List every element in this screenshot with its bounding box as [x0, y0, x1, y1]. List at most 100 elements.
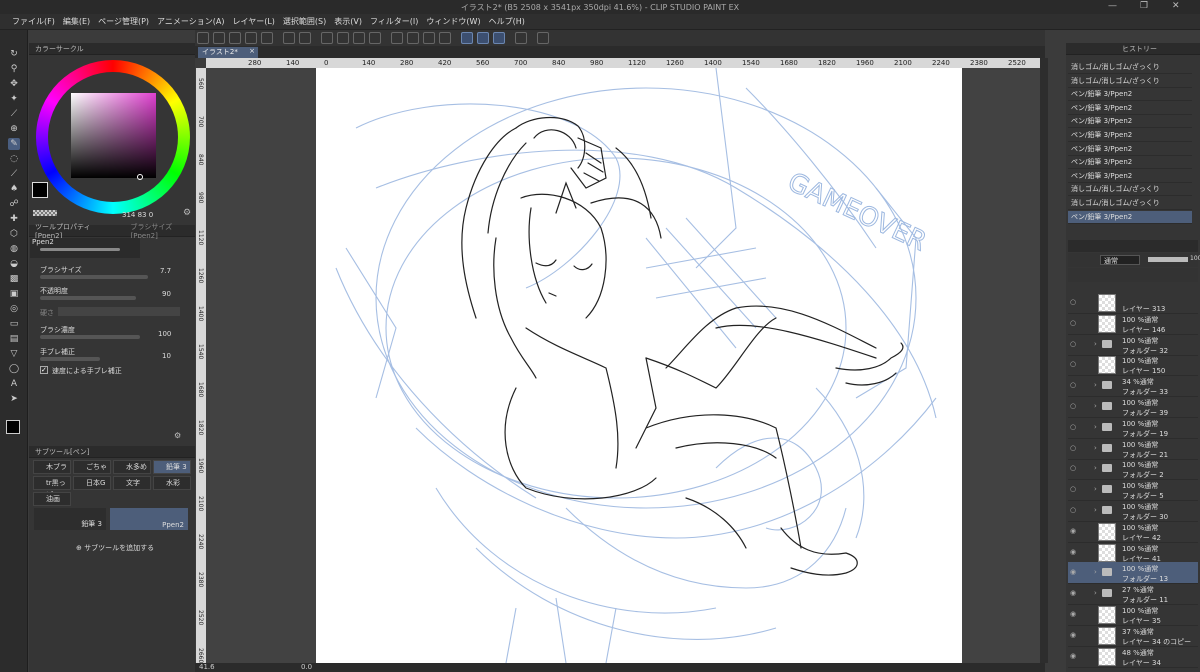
subtool-item[interactable]: ごちゃ — [73, 460, 111, 474]
history-item[interactable]: 消しゴム/消しゴム/ざっくり — [1068, 75, 1192, 88]
opacity-slider[interactable] — [40, 296, 136, 300]
history-item[interactable]: ペン/鉛筆 3/Ppen2 — [1068, 143, 1192, 156]
layer-opacity-value[interactable]: 100 — [1190, 255, 1200, 262]
menu-filter[interactable]: フィルター(I) — [370, 16, 418, 27]
menu-view[interactable]: 表示(V) — [334, 16, 362, 27]
saturation-value-square[interactable] — [71, 93, 156, 178]
eraser-icon[interactable]: ⬡ — [8, 228, 20, 240]
eye-icon[interactable]: ○ — [1070, 506, 1076, 514]
menu-help[interactable]: ヘルプ(H) — [489, 16, 525, 27]
airbrush-icon[interactable]: ♠ — [8, 183, 20, 195]
layer-row[interactable]: ◉ 48 %通常 レイヤー 34 — [1068, 646, 1198, 668]
selection-border-icon[interactable] — [439, 32, 451, 44]
speed-stab-checkbox[interactable]: ✓ — [40, 366, 48, 374]
subtool-item[interactable]: 油画 — [33, 492, 71, 506]
transparent-swatch[interactable] — [33, 210, 57, 216]
crop-icon[interactable] — [407, 32, 419, 44]
new-file-icon[interactable] — [213, 32, 225, 44]
deselect-icon[interactable] — [391, 32, 403, 44]
chevron-right-icon[interactable]: › — [1094, 485, 1097, 493]
color-picker-cursor[interactable] — [137, 174, 143, 180]
export-icon[interactable] — [261, 32, 273, 44]
history-item[interactable]: ペン/鉛筆 3/Ppen2 — [1068, 129, 1192, 142]
eye-icon[interactable]: ◉ — [1070, 527, 1076, 535]
eye-icon[interactable]: ◉ — [1070, 589, 1076, 597]
help-icon[interactable] — [537, 32, 549, 44]
canvas-paper[interactable]: GAMEOVER — [316, 68, 962, 663]
history-item[interactable]: ペン/鉛筆 3/Ppen2 — [1068, 115, 1192, 129]
invert-selection-icon[interactable] — [423, 32, 435, 44]
history-item[interactable]: ペン/鉛筆 3/Ppen2 — [1068, 102, 1192, 115]
gradient-icon[interactable]: ▩ — [8, 273, 20, 285]
figure-icon[interactable]: ▣ — [8, 288, 20, 300]
device-icon[interactable] — [515, 32, 527, 44]
vertical-scrollbar[interactable] — [1040, 58, 1048, 663]
layer-row[interactable]: ○ › 34 %通常 フォルダー 33 — [1068, 375, 1198, 398]
lasso-icon[interactable]: ◌ — [8, 153, 20, 165]
transform-icon[interactable] — [369, 32, 381, 44]
layer-row[interactable]: ○ › 100 %通常 フォルダー 39 — [1068, 396, 1198, 418]
eye-icon[interactable]: ◉ — [1070, 652, 1076, 660]
clip-icon[interactable] — [197, 32, 209, 44]
document-tab[interactable]: イラスト2* × — [198, 47, 258, 58]
subtool-item[interactable]: 日本G — [73, 476, 111, 490]
redo-icon[interactable] — [299, 32, 311, 44]
chevron-right-icon[interactable]: › — [1094, 423, 1097, 431]
color-panel-tab[interactable]: カラーサークル — [29, 43, 195, 55]
layer-row[interactable]: ○ › 100 %通常 フォルダー 19 — [1068, 417, 1198, 439]
eye-icon[interactable]: ◉ — [1070, 568, 1076, 576]
eye-icon[interactable]: ◉ — [1070, 631, 1076, 639]
eye-icon[interactable]: ○ — [1070, 360, 1076, 368]
history-tab[interactable]: ヒストリー — [1066, 43, 1200, 55]
object-icon[interactable]: ➤ — [8, 393, 20, 405]
eyedropper-icon[interactable]: ⟋ — [8, 108, 20, 120]
history-item[interactable]: ペン/鉛筆 3/Ppen2 — [1068, 170, 1192, 183]
subtool-item[interactable]: 文字 — [113, 476, 151, 490]
hardness-selector[interactable] — [58, 307, 180, 316]
opacity-value[interactable]: 90 — [162, 290, 171, 298]
layer-row[interactable]: ○ › 100 %通常 フォルダー 2 — [1068, 458, 1198, 481]
stabilization-value[interactable]: 10 — [162, 352, 171, 360]
add-subtool-button[interactable]: ⊕ サブツールを追加する — [76, 543, 154, 553]
menu-layer[interactable]: レイヤー(L) — [232, 16, 274, 27]
close-icon[interactable]: ✕ — [1172, 1, 1180, 11]
fill-icon[interactable] — [353, 32, 365, 44]
chevron-right-icon[interactable]: › — [1094, 464, 1097, 472]
line-icon[interactable]: ▽ — [8, 348, 20, 360]
ruler-snap-icon[interactable] — [461, 32, 473, 44]
layer-row[interactable]: ○ › 100 %通常 フォルダー 32 — [1068, 334, 1198, 356]
blend-mode-select[interactable]: 通常 — [1100, 255, 1140, 265]
menu-file[interactable]: ファイル(F) — [12, 16, 55, 27]
eye-icon[interactable]: ○ — [1070, 340, 1076, 348]
eye-icon[interactable]: ○ — [1070, 402, 1076, 410]
density-slider[interactable] — [40, 335, 140, 339]
rotate-icon[interactable]: ↻ — [8, 48, 20, 60]
layer-row[interactable]: ○ 100 %通常 レイヤー 150 — [1068, 354, 1198, 377]
move-icon[interactable]: ✥ — [8, 78, 20, 90]
layer-row[interactable]: ◉ 100 %通常 レイヤー 42 — [1068, 521, 1198, 543]
frame-border-icon[interactable]: ▤ — [8, 333, 20, 345]
frame-icon[interactable]: ◎ — [8, 303, 20, 315]
eye-icon[interactable]: ◉ — [1070, 548, 1076, 556]
history-item[interactable]: 消しゴム/消しゴム/ざっくり — [1068, 183, 1192, 197]
clear-icon[interactable] — [337, 32, 349, 44]
grid-snap-icon[interactable] — [493, 32, 505, 44]
chevron-right-icon[interactable]: › — [1094, 340, 1097, 348]
history-item[interactable]: ペン/鉛筆 3/Ppen2 — [1068, 156, 1192, 170]
menu-animation[interactable]: アニメーション(A) — [157, 16, 224, 27]
magic-wand-icon[interactable]: ✦ — [8, 93, 20, 105]
fill-icon[interactable]: ◍ — [8, 243, 20, 255]
layer-row[interactable]: ◉ 100 %通常 レイヤー 41 — [1068, 542, 1198, 564]
settings-gear-icon[interactable]: ⚙ — [183, 208, 191, 218]
stabilization-slider[interactable] — [40, 357, 100, 361]
chevron-right-icon[interactable]: › — [1094, 381, 1097, 389]
brush-size-value[interactable]: 7.7 — [160, 267, 171, 275]
subtool-preview-right[interactable]: Ppen2 — [110, 508, 188, 530]
layer-row[interactable]: ◉ › 27 %通常 フォルダー 11 — [1068, 583, 1198, 606]
minimize-icon[interactable]: — — [1108, 1, 1117, 11]
subtool-tab[interactable]: サブツール[ペン] — [29, 446, 195, 458]
balloon-icon[interactable]: ◯ — [8, 363, 20, 375]
history-item[interactable]: 消しゴム/消しゴム/ざっくり — [1068, 61, 1192, 74]
maximize-icon[interactable]: ❐ — [1140, 1, 1148, 11]
layer-row[interactable]: ○ 100 %通常 レイヤー 146 — [1068, 313, 1198, 335]
